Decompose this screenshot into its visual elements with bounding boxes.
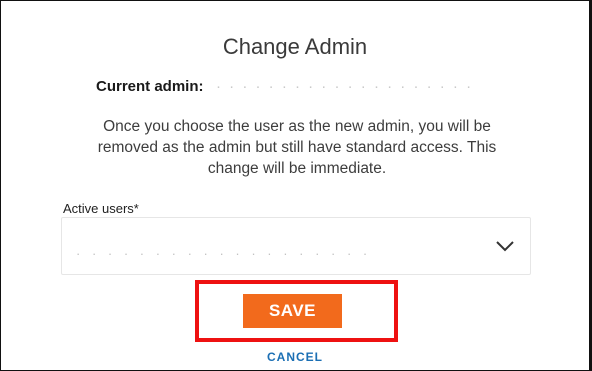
dialog-frame: Change Admin Current admin: · · · · · · … [0, 0, 592, 371]
dialog-title: Change Admin [222, 34, 368, 59]
active-users-select[interactable]: · · · · · · · · · · · · · · · · · · · [61, 217, 531, 275]
save-button[interactable]: SAVE [243, 294, 342, 328]
active-users-label: Active users* [63, 201, 139, 216]
current-admin-label: Current admin: [96, 78, 204, 95]
cancel-button[interactable]: CANCEL [1, 350, 589, 364]
dialog-message: Once you choose the user as the new admi… [97, 118, 497, 177]
chevron-down-icon[interactable] [496, 240, 514, 252]
active-users-selected-value: · · · · · · · · · · · · · · · · · · · [76, 246, 372, 261]
current-admin-value: · · · · · · · · · · · · · · · · · · · · [216, 78, 474, 95]
